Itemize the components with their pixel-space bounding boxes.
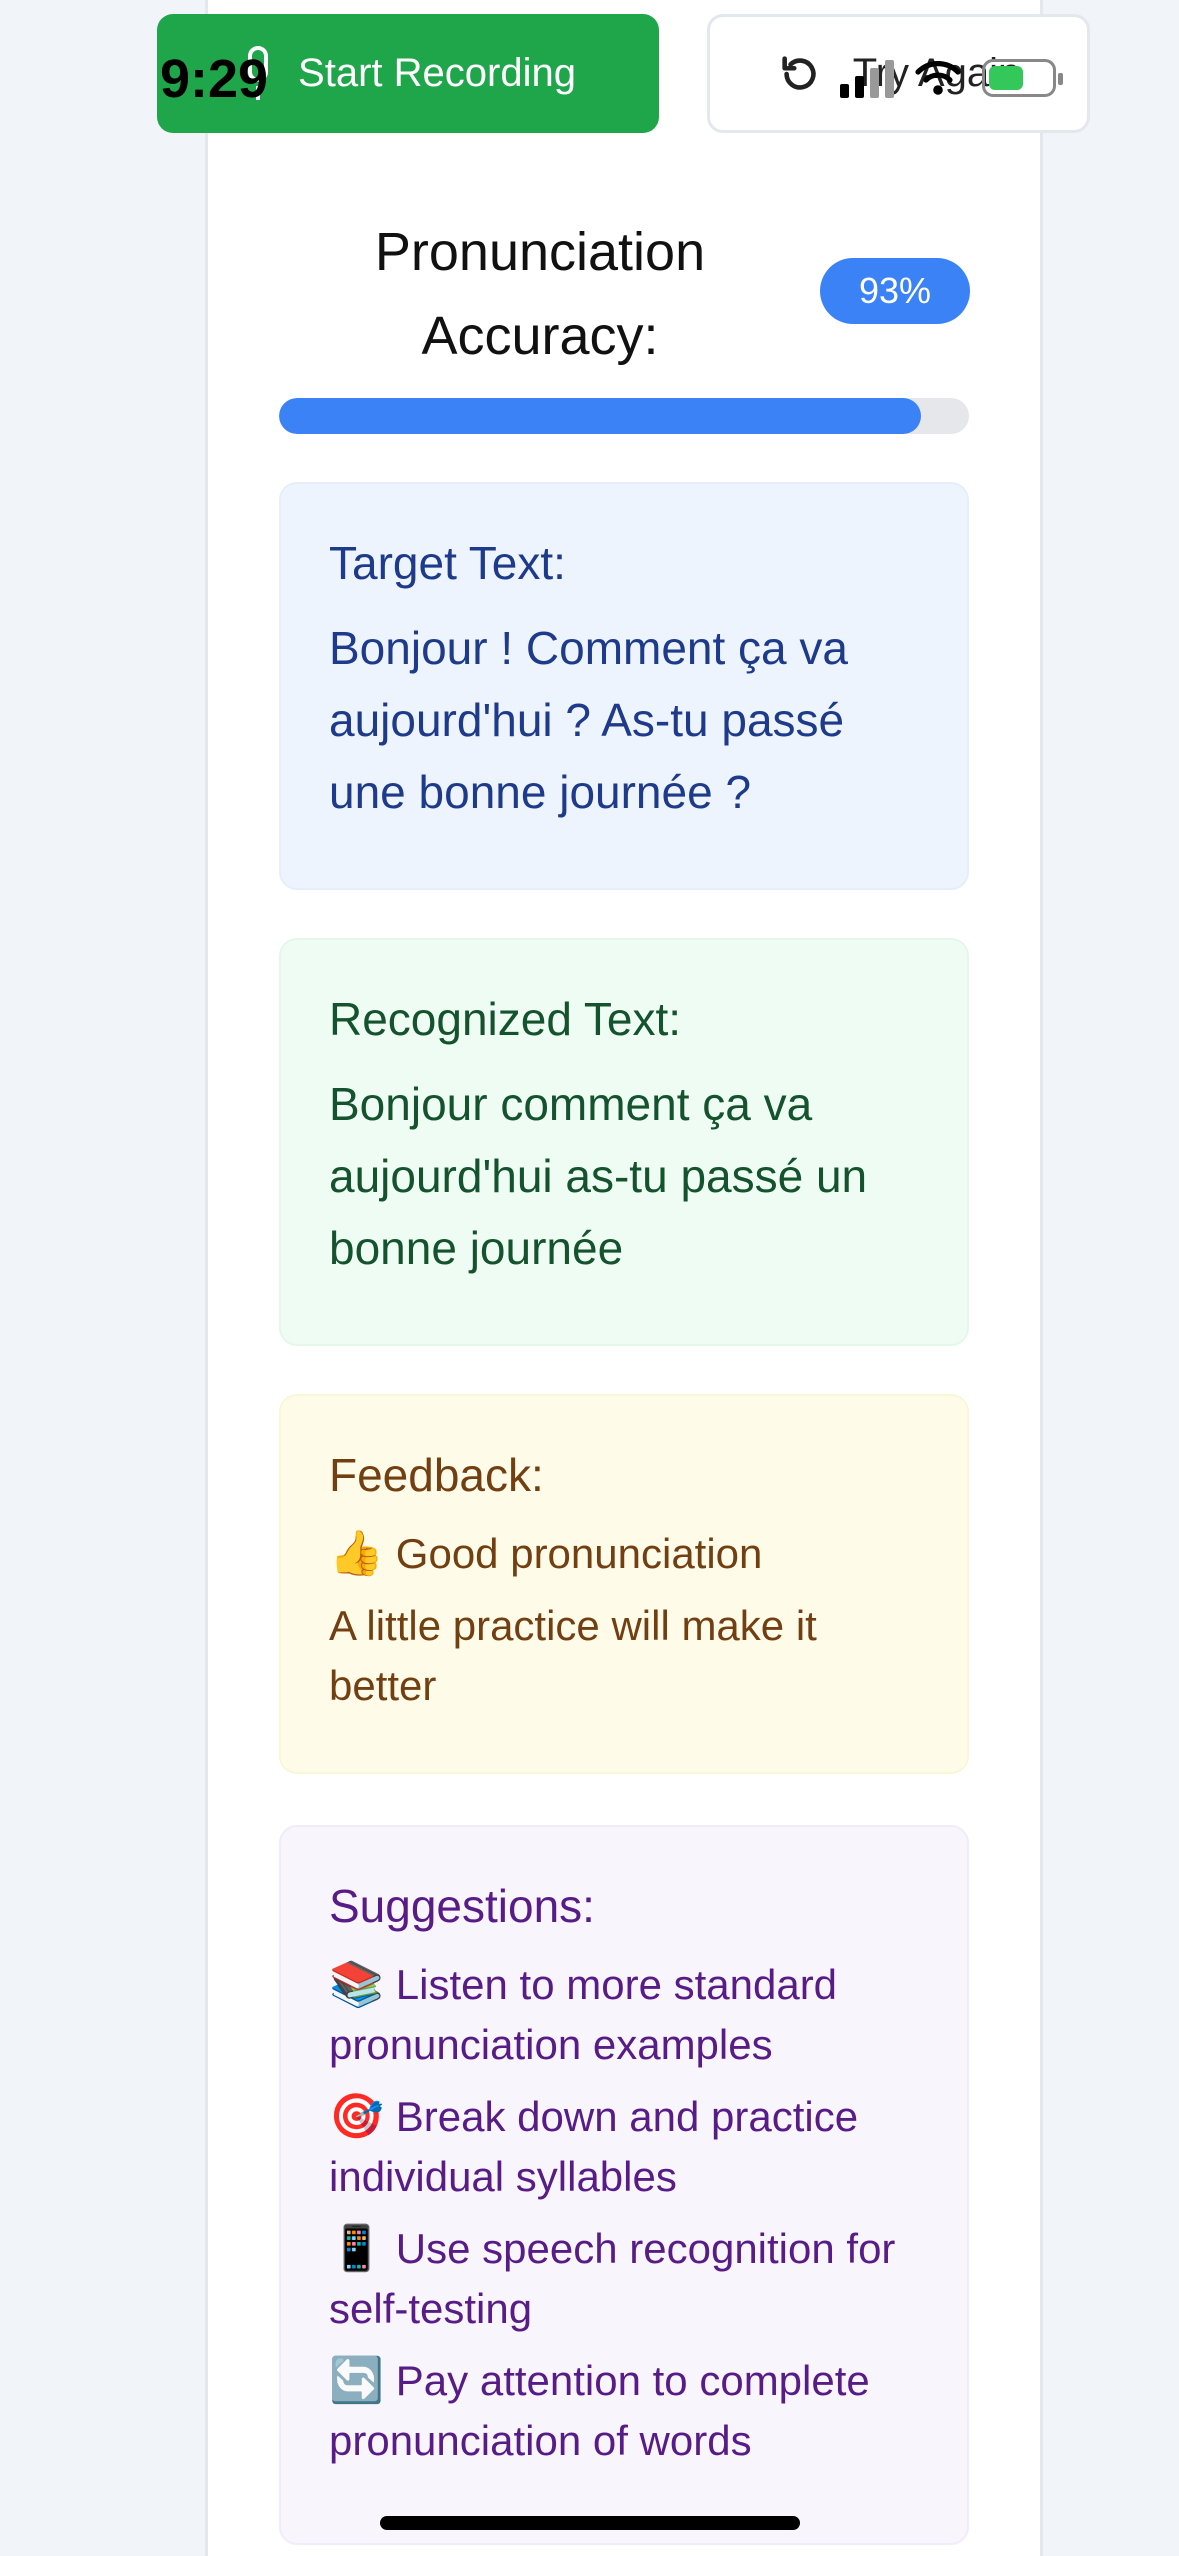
suggestion-item: 📱 Use speech recognition for self-testing: [329, 2224, 896, 2332]
thumbs-up-icon: 👍: [329, 1529, 384, 1578]
battery-icon: [982, 59, 1063, 97]
feedback-item: 👍 Good pronunciation: [329, 1529, 763, 1578]
repeat-arrows-icon: 🔄: [329, 2356, 384, 2405]
suggestion-item: 📚 Listen to more standard pronunciation e…: [329, 1960, 838, 2068]
accuracy-badge: 93%: [820, 258, 970, 324]
suggestion-item: 🔄 Pay attention to complete pronunciation…: [329, 2356, 870, 2464]
target-text-panel: Target Text: Bonjour ! Comment ça va auj…: [279, 482, 969, 890]
target-text-content: Bonjour ! Comment ça va aujourd'hui ? As…: [329, 622, 849, 818]
recognized-text-panel: Recognized Text: Bonjour comment ça va a…: [279, 938, 969, 1346]
suggestions-panel: Suggestions: 📚 Listen to more standard pr…: [279, 1825, 969, 2545]
feedback-panel: Feedback: 👍 Good pronunciation A little p…: [279, 1394, 969, 1774]
app-screen: Start Recording Try Again 9:29 Pronuncia…: [0, 0, 1179, 2556]
accuracy-progress-fill: [279, 398, 921, 434]
cellular-signal-icon: [840, 58, 894, 98]
feedback-heading: Feedback:: [329, 1449, 544, 1501]
feedback-item: A little practice will make it better: [329, 1602, 817, 1709]
books-icon: 📚: [329, 1960, 384, 2009]
recognized-text-content: Bonjour comment ça va aujourd'hui as-tu …: [329, 1078, 868, 1274]
refresh-icon: [782, 55, 816, 90]
status-icons: [840, 58, 1063, 98]
home-indicator: [380, 2516, 800, 2530]
wifi-icon: [915, 61, 961, 95]
start-recording-label: Start Recording: [298, 51, 576, 95]
suggestion-item: 🎯 Break down and practice individual syll…: [329, 2092, 859, 2200]
accuracy-progress-bar: [279, 398, 969, 434]
target-icon: 🎯: [329, 2092, 384, 2141]
recognized-text-heading: Recognized Text:: [329, 993, 682, 1045]
accuracy-label: Pronunciation Accuracy:: [374, 222, 706, 366]
mobile-phone-icon: 📱: [329, 2224, 384, 2273]
status-time: 9:29: [160, 49, 269, 109]
suggestions-heading: Suggestions:: [329, 1880, 595, 1932]
target-text-heading: Target Text:: [329, 537, 566, 589]
